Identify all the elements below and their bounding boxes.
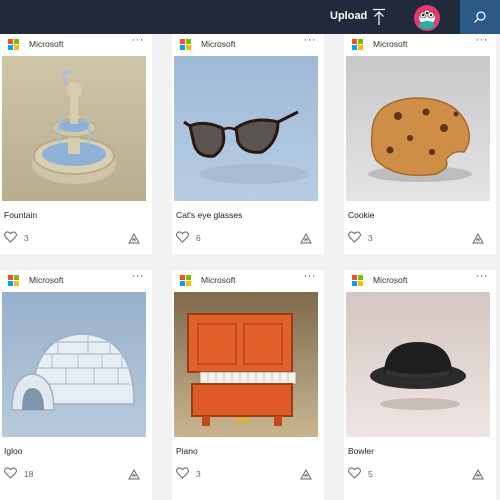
- like-count: 18: [24, 469, 34, 479]
- microsoft-logo: [180, 39, 191, 50]
- model-title[interactable]: Cat's eye glasses: [176, 210, 242, 220]
- publisher-name[interactable]: Microsoft: [201, 275, 235, 285]
- model-title[interactable]: Igloo: [4, 446, 22, 456]
- more-options-icon[interactable]: ···: [476, 34, 489, 46]
- heart-icon: [176, 231, 189, 243]
- heart-icon: [4, 231, 17, 243]
- view-in-3d-icon[interactable]: [300, 232, 312, 244]
- view-in-3d-icon[interactable]: [300, 468, 312, 480]
- heart-icon: [348, 231, 361, 243]
- publisher-name[interactable]: Microsoft: [373, 39, 407, 49]
- view-in-3d-icon[interactable]: [472, 468, 484, 480]
- model-thumbnail[interactable]: [346, 292, 490, 437]
- like-count: 3: [196, 469, 201, 479]
- avatar[interactable]: [414, 5, 440, 31]
- model-title[interactable]: Cookie: [348, 210, 374, 220]
- microsoft-logo: [352, 275, 363, 286]
- model-thumbnail[interactable]: [174, 292, 318, 437]
- card-header: Microsoft ···: [0, 34, 152, 56]
- model-card[interactable]: Microsoft ··· Piano 3: [172, 270, 324, 500]
- more-options-icon[interactable]: ···: [132, 34, 145, 46]
- model-thumbnail[interactable]: [346, 56, 490, 201]
- more-options-icon[interactable]: ···: [476, 270, 489, 282]
- like-count: 6: [196, 233, 201, 243]
- more-options-icon[interactable]: ···: [304, 34, 317, 46]
- model-card[interactable]: Microsoft ··· Cookie 3: [344, 34, 496, 254]
- top-bar: Upload: [0, 0, 500, 34]
- view-in-3d-icon[interactable]: [128, 232, 140, 244]
- microsoft-logo: [352, 39, 363, 50]
- more-options-icon[interactable]: ···: [304, 270, 317, 282]
- like-count: 3: [24, 233, 29, 243]
- model-thumbnail[interactable]: [174, 56, 318, 201]
- microsoft-logo: [8, 39, 19, 50]
- more-options-icon[interactable]: ···: [132, 270, 145, 282]
- view-in-3d-icon[interactable]: [472, 232, 484, 244]
- search-button[interactable]: [460, 0, 500, 34]
- view-in-3d-icon[interactable]: [128, 468, 140, 480]
- model-thumbnail[interactable]: [2, 292, 146, 437]
- card-header: Microsoft ···: [172, 34, 324, 56]
- microsoft-logo: [180, 275, 191, 286]
- heart-icon: [348, 467, 361, 479]
- heart-icon: [4, 467, 17, 479]
- search-icon: [474, 11, 486, 23]
- like-count: 5: [368, 469, 373, 479]
- model-title[interactable]: Bowler: [348, 446, 374, 456]
- microsoft-logo: [8, 275, 19, 286]
- upload-button[interactable]: Upload: [330, 10, 367, 22]
- publisher-name[interactable]: Microsoft: [29, 39, 63, 49]
- model-thumbnail[interactable]: [2, 56, 146, 201]
- card-header: Microsoft ···: [172, 270, 324, 292]
- publisher-name[interactable]: Microsoft: [201, 39, 235, 49]
- model-card[interactable]: Microsoft ··· Cat's eye glasses 6: [172, 34, 324, 254]
- card-header: Microsoft ···: [0, 270, 152, 292]
- publisher-name[interactable]: Microsoft: [29, 275, 63, 285]
- like-count: 3: [368, 233, 373, 243]
- model-title[interactable]: Piano: [176, 446, 198, 456]
- heart-icon: [176, 467, 189, 479]
- model-card[interactable]: Microsoft ··· Fountain 3: [0, 34, 152, 254]
- model-card[interactable]: Microsoft ··· Igloo 18: [0, 270, 152, 500]
- upload-icon[interactable]: [372, 8, 386, 26]
- card-header: Microsoft ···: [344, 270, 496, 292]
- model-title[interactable]: Fountain: [4, 210, 37, 220]
- model-card[interactable]: Microsoft ··· Bowler 5: [344, 270, 496, 500]
- card-header: Microsoft ···: [344, 34, 496, 56]
- publisher-name[interactable]: Microsoft: [373, 275, 407, 285]
